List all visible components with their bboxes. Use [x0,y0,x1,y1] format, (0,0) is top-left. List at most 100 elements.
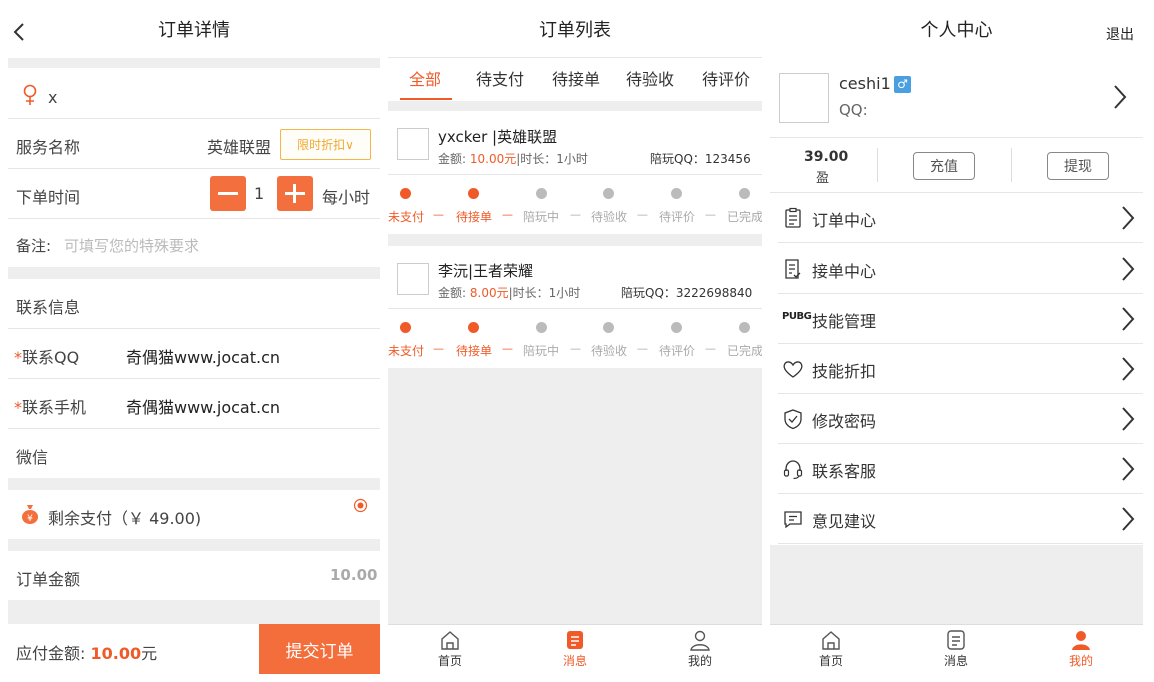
menu-skill-discount[interactable]: 技能折扣 [778,344,1143,394]
step-dot [536,188,547,199]
step-dot [468,322,479,333]
menu-change-password[interactable]: 修改密码 [778,394,1143,444]
order-companion-qq: 陪玩QQ：3222698840 [621,286,753,300]
tab-pending-payment[interactable]: 待支付 [476,66,524,90]
menu-skill-management[interactable]: PUBG 技能管理 [778,294,1143,344]
checklist-icon [785,259,801,279]
submit-order-button[interactable]: 提交订单 [259,624,380,674]
step-dot [400,322,411,333]
order-thumbnail [397,263,429,295]
menu-feedback[interactable]: 意见建议 [778,494,1143,544]
message-icon [567,631,583,649]
step-label: 待接单 [456,344,493,358]
separator [8,478,380,490]
quantity-value: 1 [254,184,265,203]
divider [8,378,380,379]
step-connector: — [705,342,716,355]
order-amount-label: 订单金额 [16,570,81,589]
home-icon [822,631,840,650]
menu-order-center[interactable]: 订单中心 [778,193,1143,243]
nav-mine[interactable]: 我的 [670,629,730,669]
order-time-label: 下单时间 [16,188,81,207]
step-label: 待评价 [659,344,696,358]
discount-dropdown[interactable]: 限时折扣∨ [280,129,371,160]
menu-label: 技能折扣 [812,362,877,381]
empty-area [388,368,762,624]
phone-field[interactable]: 奇偶猫www.jocat.cn [126,394,280,418]
step-dot [400,188,411,199]
recharge-button[interactable]: 充值 [913,152,975,180]
menu-label: 订单中心 [812,211,877,230]
order-companion-qq: 陪玩QQ：123456 [650,152,751,166]
payable-amount: 应付金额: 10.00元 [16,644,158,663]
message-icon [947,630,965,650]
order-amount: 金额: 8.00元|时长：1小时 [438,286,581,300]
menu-label: 接单中心 [812,262,877,281]
separator [8,539,380,551]
balance-label: 盈 [816,171,830,186]
withdraw-button[interactable]: 提现 [1047,152,1109,180]
nav-home[interactable]: 首页 [420,629,480,669]
page-title: 个人中心 [920,20,993,41]
divider [8,428,380,429]
step-label: 已完成 [727,210,762,224]
logout-button[interactable]: 退出 [1106,24,1134,44]
tab-all[interactable]: 全部 [409,66,441,90]
nav-messages[interactable]: 消息 [545,629,605,669]
service-label: 服务名称 [16,138,81,157]
step-label: 已完成 [727,344,762,358]
divider [388,308,762,309]
chevron-right-icon [1122,457,1135,481]
wechat-label: 微信 [16,448,49,467]
decrease-button[interactable] [210,176,246,211]
menu-customer-service[interactable]: 联系客服 [778,444,1143,494]
contact-section-title: 联系信息 [16,298,81,317]
radio-selected-icon[interactable] [353,498,368,517]
divider [8,328,380,329]
order-thumbnail [397,128,429,160]
nav-home[interactable]: 首页 [801,629,861,669]
step-label: 陪玩中 [523,344,560,358]
active-tab-indicator [400,98,452,100]
chevron-right-icon [1113,84,1127,114]
remaining-payment-option[interactable]: 剩余支付（￥ 49.00) [48,505,201,529]
order-amount-value: 10.00 [330,566,378,584]
menu-accept-center[interactable]: 接单中心 [778,244,1143,294]
nav-messages[interactable]: 消息 [926,629,986,669]
feedback-icon [784,511,802,529]
companion-name: x [48,88,58,107]
page-title: 订单详情 [158,20,230,41]
step-label: 待接单 [456,210,493,224]
chevron-right-icon [1122,206,1135,230]
tab-pending-accept[interactable]: 待接单 [552,66,600,90]
avatar [779,73,829,123]
order-amount: 金额: 10.00元|时长：1小时 [438,152,588,166]
step-connector: — [433,208,444,221]
menu-label: 联系客服 [812,462,877,481]
user-icon [690,630,710,651]
separator [388,101,762,111]
headset-icon [783,460,803,480]
qq-field[interactable]: 奇偶猫www.jocat.cn [126,344,280,368]
tab-pending-review[interactable]: 待评价 [702,66,750,90]
male-icon: ♂ [894,76,911,93]
separator [8,267,380,279]
bottom-nav: 首页 消息 我的 [388,624,762,674]
increase-button[interactable] [277,176,313,211]
step-label: 陪玩中 [523,210,560,224]
bottom-nav: 首页 消息 我的 [770,624,1143,674]
home-icon [441,631,459,650]
remark-input[interactable]: 可填写您的特殊要求 [64,235,199,256]
qq-label: QQ: [839,101,868,119]
step-connector: — [502,208,513,221]
nav-mine[interactable]: 我的 [1051,629,1111,669]
tab-pending-check[interactable]: 待验收 [626,66,674,90]
page-title: 订单列表 [539,20,611,41]
step-dot [603,188,614,199]
step-dot [739,322,750,333]
step-dot [468,188,479,199]
divider [8,168,380,169]
chevron-right-icon [1122,307,1135,331]
step-connector: — [637,208,648,221]
step-label: 未支付 [388,344,425,358]
